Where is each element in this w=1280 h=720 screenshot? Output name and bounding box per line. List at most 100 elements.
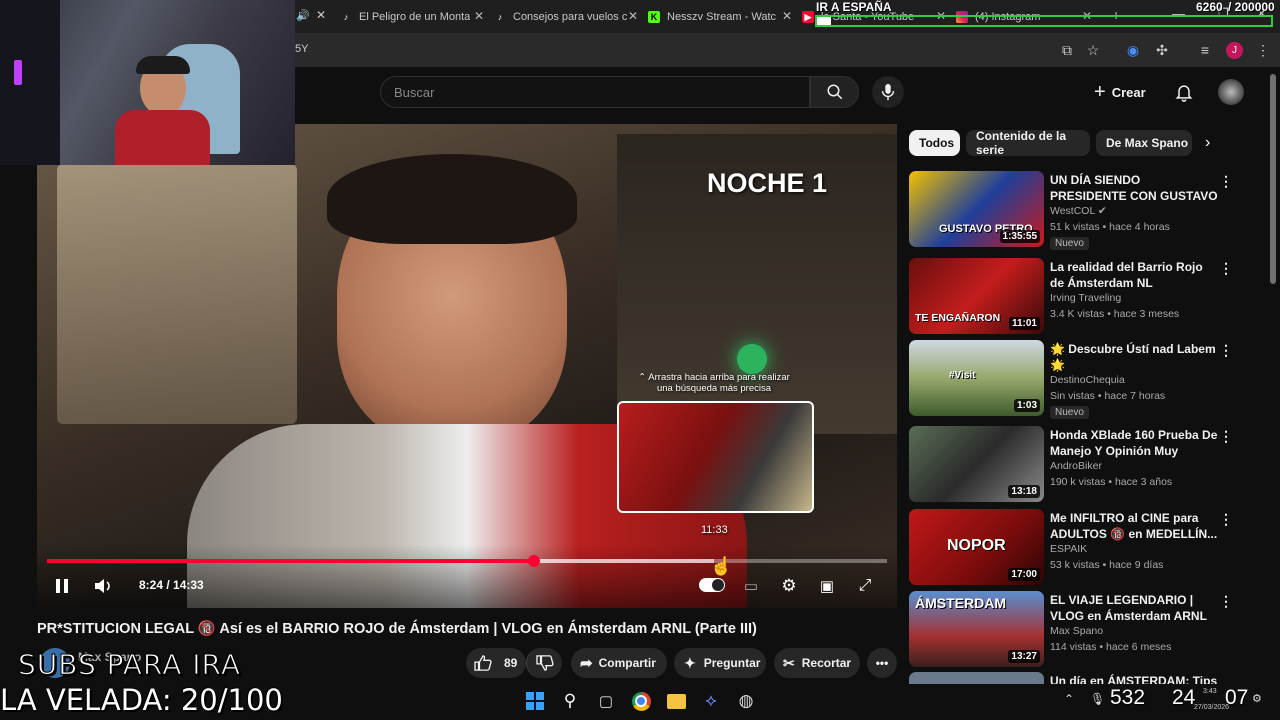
video-title[interactable]: Honda XBlade 160 Prueba De Manejo Y Opin… [1050, 427, 1220, 459]
recommendation-item[interactable]: TE ENGAÑARON 11:01 La realidad del Barri… [909, 258, 1269, 338]
overlay-number: 532 [1110, 686, 1146, 709]
kebab-menu-icon[interactable]: ⋮ [1219, 342, 1233, 359]
tray-mic-icon[interactable]: 🎙 [1090, 692, 1105, 706]
video-player[interactable]: NOCHE 1 ⌃ Arrastra hacia arriba para rea… [37, 124, 897, 608]
recommendation-item[interactable]: NOPOR 17:00 Me INFILTRO al CINE para ADU… [909, 509, 1269, 589]
video-thumbnail[interactable]: 13:18 [909, 426, 1044, 502]
streamer-jersey [115, 110, 210, 165]
video-thumbnail[interactable] [909, 672, 1044, 684]
autoplay-toggle[interactable] [698, 576, 726, 594]
channel-name[interactable]: DestinoChequia [1050, 374, 1125, 386]
mouse-cursor-icon: ☝ [710, 556, 733, 576]
task-view-button[interactable]: ▢ [594, 689, 618, 713]
dislike-button[interactable] [526, 648, 562, 678]
extension-icon[interactable]: ◉ [1124, 41, 1142, 59]
bookmark-star-icon[interactable]: ☆ [1084, 41, 1102, 59]
close-icon[interactable]: ✕ [474, 9, 484, 23]
kebab-menu-icon[interactable]: ⋮ [1219, 260, 1233, 277]
recommendation-item[interactable]: #Visit 1:03 🌟 Descubre Ústí nad Labem 🌟 … [909, 340, 1269, 420]
share-icon: ➦ [580, 655, 593, 672]
taskbar-chrome[interactable] [629, 689, 653, 713]
video-title[interactable]: La realidad del Barrio Rojo de Ámsterdam… [1050, 259, 1220, 291]
chrome-icon [631, 691, 651, 711]
goal-total: / 200000 [1228, 0, 1275, 14]
puzzle-icon[interactable]: ✣ [1153, 41, 1171, 59]
taskbar-file-explorer[interactable] [664, 689, 688, 713]
tab-kick[interactable]: K Nesszv Stream - Watc ✕ [648, 4, 796, 30]
video-thumbnail[interactable]: #Visit 1:03 [909, 340, 1044, 416]
fullscreen-button[interactable]: ⤢ [853, 574, 877, 598]
taskbar-discord[interactable]: ◍ [734, 689, 758, 713]
channel-name[interactable]: AndroBiker [1050, 460, 1102, 472]
video-thumbnail[interactable]: GUSTAVO PETRO 1:35:55 [909, 171, 1044, 247]
install-app-icon[interactable]: ⧉ [1058, 41, 1076, 59]
kebab-menu-icon[interactable]: ⋮ [1219, 511, 1233, 528]
video-thumbnail[interactable]: TE ENGAÑARON 11:01 [909, 258, 1044, 334]
tab-tiktok-2[interactable]: ♪ Consejos para vuelos c ✕ [494, 4, 642, 30]
video-title[interactable]: Un día en ÁMSTERDAM: Tips [1050, 673, 1220, 684]
notification-center-icon[interactable]: ⚙ [1252, 692, 1262, 705]
video-thumbnail[interactable]: ÁMSTERDAM 13:27 [909, 591, 1044, 667]
volume-button[interactable] [91, 574, 115, 598]
taskbar-search-button[interactable]: ⚲ [558, 689, 582, 713]
ask-button[interactable]: ✦ Preguntar [674, 648, 766, 678]
channel-name[interactable]: WestCOL ✔ [1050, 205, 1107, 217]
chip-channel[interactable]: De Max Spano [1096, 130, 1192, 156]
recommendation-item[interactable]: Un día en ÁMSTERDAM: Tips [909, 672, 1269, 684]
media-control-icon[interactable]: ≡ [1196, 41, 1214, 59]
recommendation-item[interactable]: 13:18 Honda XBlade 160 Prueba De Manejo … [909, 426, 1269, 506]
account-avatar[interactable] [1218, 79, 1244, 105]
recommendation-item[interactable]: ÁMSTERDAM 13:27 EL VIAJE LEGENDARIO | VL… [909, 591, 1269, 671]
theater-mode-button[interactable]: ▣ [815, 574, 839, 598]
notifications-button[interactable] [1174, 82, 1194, 107]
create-button[interactable]: + Crear [1094, 78, 1158, 106]
search-input[interactable]: Buscar [380, 76, 810, 108]
kebab-menu-icon[interactable]: ⋮ [1219, 428, 1233, 445]
profile-avatar[interactable]: J [1226, 42, 1243, 59]
clip-button[interactable]: ✂ Recortar [774, 648, 860, 678]
channel-name[interactable]: Max Spano [1050, 625, 1103, 637]
kebab-menu-icon[interactable]: ⋮ [1219, 593, 1233, 610]
clock-date: 27/03/2026 [1194, 704, 1230, 711]
chip-todos[interactable]: Todos [909, 130, 960, 156]
mute-tab-icon[interactable]: 🔊 [296, 9, 310, 22]
recommendation-item[interactable]: GUSTAVO PETRO 1:35:55 UN DÍA SIENDO PRES… [909, 171, 1269, 251]
video-title[interactable]: 🌟 Descubre Ústí nad Labem 🌟 [1050, 341, 1220, 373]
close-tab-icon[interactable]: ✕ [316, 8, 326, 22]
taskbar-app[interactable]: ⟡ [699, 689, 723, 713]
verified-icon: ✔ [1097, 205, 1107, 217]
video-thumbnail[interactable]: NOPOR 17:00 [909, 509, 1044, 585]
voice-search-button[interactable] [872, 76, 904, 108]
tab-tiktok-1[interactable]: ♪ El Peligro de un Monta ✕ [340, 4, 488, 30]
video-title[interactable]: UN DÍA SIENDO PRESIDENTE CON GUSTAVO PET… [1050, 172, 1220, 204]
settings-button[interactable]: ⚙ [777, 574, 801, 598]
url-text[interactable]: 5Y [295, 43, 308, 55]
new-badge: Nuevo [1050, 406, 1089, 419]
channel-name[interactable]: ESPAIK [1050, 543, 1087, 555]
share-button[interactable]: ➦ Compartir [571, 648, 667, 678]
video-title[interactable]: Me INFILTRO al CINE para ADULTOS 🔞 en ME… [1050, 510, 1220, 542]
plus-icon: + [1094, 80, 1106, 103]
subtitles-button[interactable]: ▭ [739, 574, 763, 598]
search-button[interactable] [810, 76, 859, 108]
like-button[interactable]: 89 [466, 648, 526, 678]
channel-name[interactable]: Irving Traveling [1050, 292, 1121, 304]
video-title[interactable]: EL VIAJE LEGENDARIO | VLOG en Ámsterdam … [1050, 592, 1220, 624]
tray-chevron-icon[interactable]: ⌃ [1064, 692, 1074, 706]
pause-button[interactable] [50, 574, 74, 598]
more-actions-button[interactable]: ••• [867, 648, 897, 678]
video-meta: 53 k vistas • hace 9 días [1050, 559, 1164, 571]
kebab-menu-icon[interactable]: ⋮ [1219, 173, 1233, 190]
chip-series[interactable]: Contenido de la serie [966, 129, 1090, 157]
kebab-menu-icon[interactable]: ⋮ [1254, 41, 1272, 59]
close-icon[interactable]: ✕ [628, 9, 638, 23]
new-badge: Nuevo [1050, 237, 1089, 250]
chevron-right-icon[interactable]: › [1205, 134, 1210, 152]
page-scrollbar[interactable] [1270, 74, 1276, 284]
subtitles-icon: ▭ [743, 578, 759, 595]
pause-icon [56, 579, 68, 593]
webcam-overlay [0, 0, 295, 165]
start-button[interactable] [523, 689, 547, 713]
close-icon[interactable]: ✕ [782, 9, 792, 23]
controller-icon: ◍ [738, 691, 754, 710]
